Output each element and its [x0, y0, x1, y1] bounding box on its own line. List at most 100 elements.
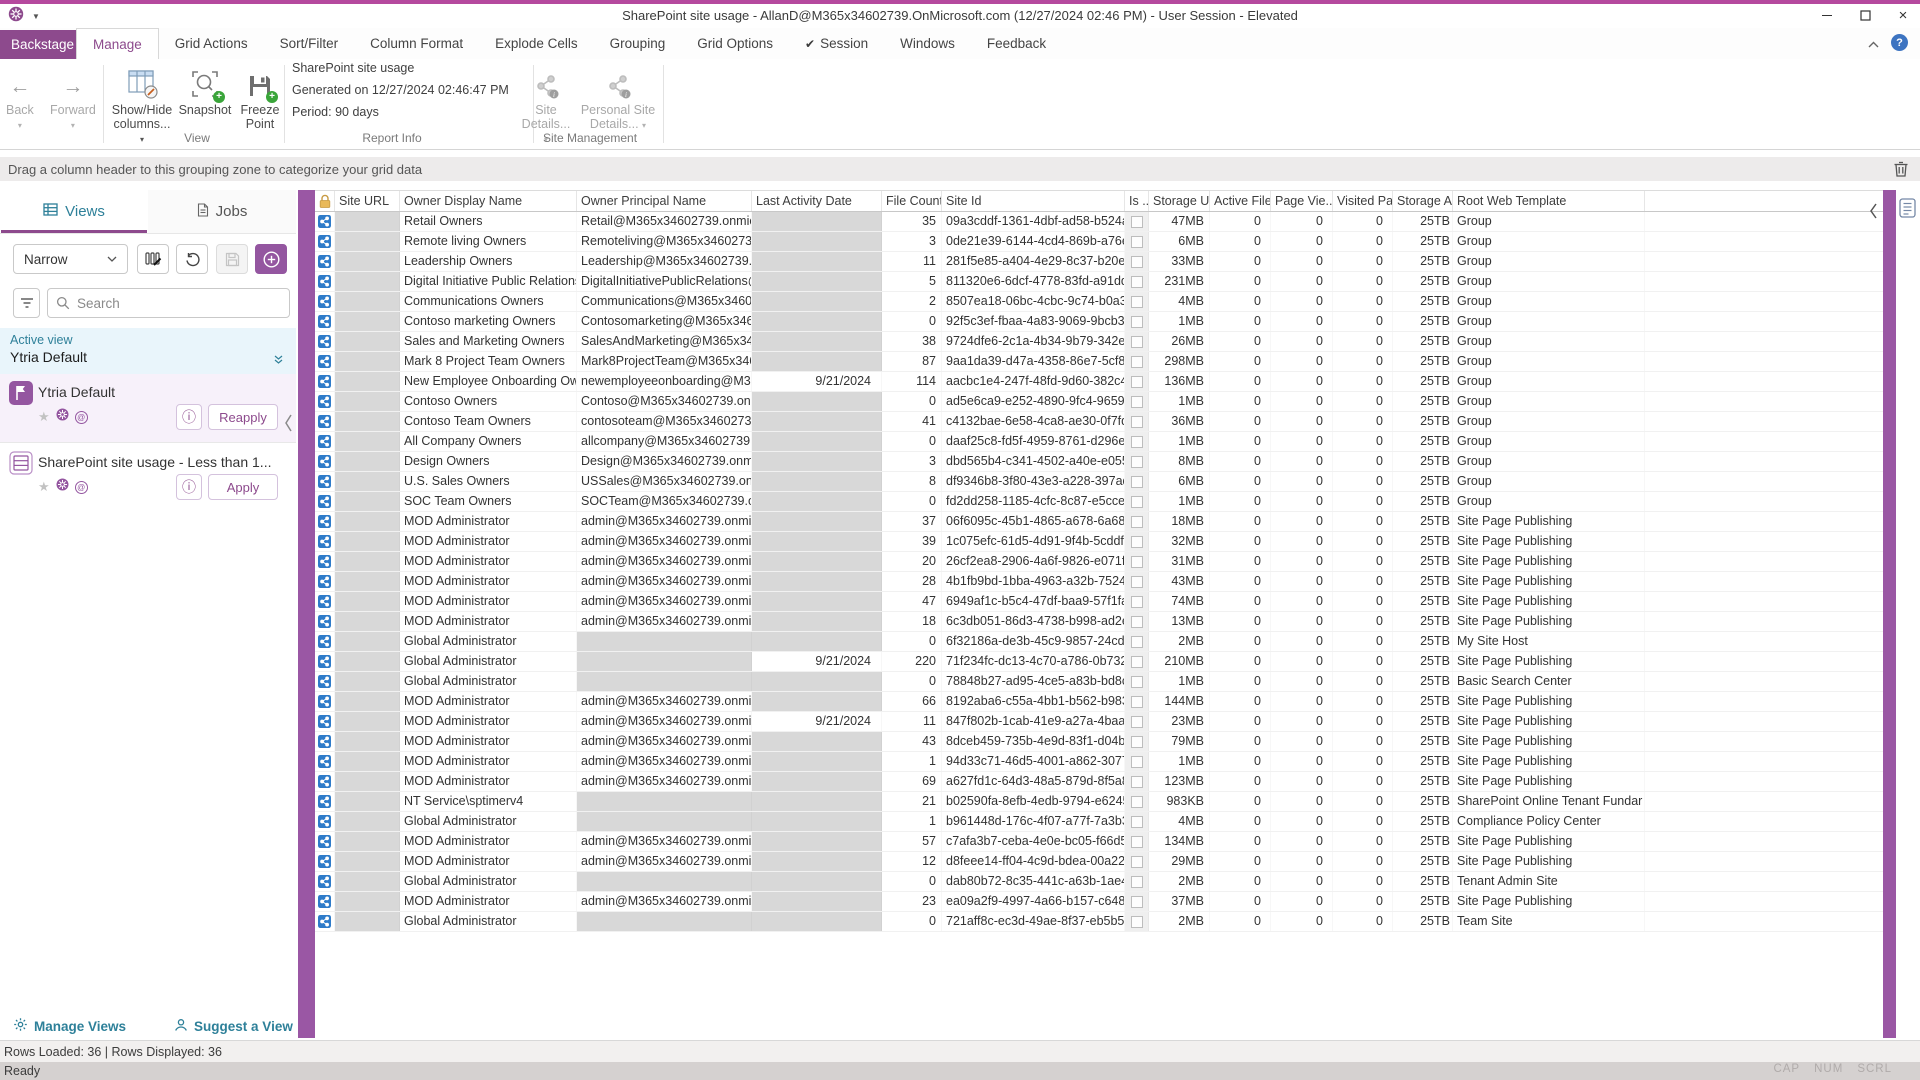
- cell-storage[interactable]: 33MB: [1149, 252, 1210, 271]
- cell-storage[interactable]: 31MB: [1149, 552, 1210, 571]
- column-header-activity[interactable]: Last Activity Date: [752, 191, 882, 211]
- table-row[interactable]: MOD Administratoradmin@M365x34602739.onm…: [315, 692, 1883, 712]
- cell-is[interactable]: [1125, 852, 1149, 871]
- cell-activity[interactable]: [752, 772, 882, 791]
- cell-files[interactable]: 8: [882, 472, 942, 491]
- cell-views[interactable]: 0: [1271, 872, 1333, 891]
- cell-alloc[interactable]: 25TB: [1393, 832, 1453, 851]
- cell-activity[interactable]: [752, 312, 882, 331]
- cell-principal[interactable]: contosoteam@M365x34602739.c: [577, 412, 752, 431]
- cell-active[interactable]: 0: [1210, 372, 1271, 391]
- cell-site_id[interactable]: 8507ea18-06bc-4cbc-9c74-b0a31: [942, 292, 1125, 311]
- cell-storage[interactable]: 13MB: [1149, 612, 1210, 631]
- cell-active[interactable]: 0: [1210, 872, 1271, 891]
- view-list-item-ytria-default[interactable]: Ytria Default ★ @ ⓘ Reapply: [0, 374, 296, 442]
- cell-template[interactable]: Site Page Publishing: [1453, 572, 1645, 591]
- cell-display[interactable]: Global Administrator: [400, 912, 577, 931]
- cell-active[interactable]: 0: [1210, 852, 1271, 871]
- cell-alloc[interactable]: 25TB: [1393, 652, 1453, 671]
- cell-site_id[interactable]: 847f802b-1cab-41e9-a27a-4baa3: [942, 712, 1125, 731]
- cell-site_id[interactable]: 06f6095c-45b1-4865-a678-6a68e: [942, 512, 1125, 531]
- cell-storage[interactable]: 43MB: [1149, 572, 1210, 591]
- tab-backstage[interactable]: Backstage: [0, 30, 85, 59]
- cell-site_id[interactable]: b961448d-176c-4f07-a77f-7a3b3: [942, 812, 1125, 831]
- tab-grid-actions[interactable]: Grid Actions: [159, 28, 264, 59]
- trash-icon[interactable]: [1892, 159, 1910, 181]
- column-header-files[interactable]: File Count: [882, 191, 942, 211]
- cell-template[interactable]: Site Page Publishing: [1453, 732, 1645, 751]
- cell-activity[interactable]: [752, 432, 882, 451]
- table-row[interactable]: Mark 8 Project Team OwnersMark8ProjectTe…: [315, 352, 1883, 372]
- cell-alloc[interactable]: 25TB: [1393, 412, 1453, 431]
- cell-principal[interactable]: Retail@M365x34602739.onmicro: [577, 212, 752, 231]
- checkbox[interactable]: [1131, 916, 1143, 928]
- cell-site_id[interactable]: 94d33c71-46d5-4001-a862-3077: [942, 752, 1125, 771]
- cell-template[interactable]: Site Page Publishing: [1453, 592, 1645, 611]
- cell-is[interactable]: [1125, 632, 1149, 651]
- cell-display[interactable]: MOD Administrator: [400, 832, 577, 851]
- cell-principal[interactable]: admin@M365x34602739.onmicro: [577, 612, 752, 631]
- snapshot-button[interactable]: + Snapshot: [176, 63, 234, 117]
- cell-active[interactable]: 0: [1210, 792, 1271, 811]
- cell-activity[interactable]: [752, 672, 882, 691]
- cell-files[interactable]: 0: [882, 392, 942, 411]
- cell-files[interactable]: 1: [882, 812, 942, 831]
- cell-is[interactable]: [1125, 912, 1149, 931]
- cell-site_id[interactable]: 09a3cddf-1361-4dbf-ad58-b524a: [942, 212, 1125, 231]
- cell-site_id[interactable]: 281f5e85-a404-4e29-8c37-b20ec: [942, 252, 1125, 271]
- cell-site_url[interactable]: [335, 312, 400, 331]
- cell-activity[interactable]: [752, 532, 882, 551]
- cell-visited[interactable]: 0: [1333, 692, 1393, 711]
- cell-site_url[interactable]: [335, 672, 400, 691]
- cell-visited[interactable]: 0: [1333, 372, 1393, 391]
- cell-files[interactable]: 220: [882, 652, 942, 671]
- cell-display[interactable]: MOD Administrator: [400, 512, 577, 531]
- cell-site_url[interactable]: [335, 452, 400, 471]
- cell-views[interactable]: 0: [1271, 852, 1333, 871]
- cell-storage[interactable]: 4MB: [1149, 812, 1210, 831]
- checkbox[interactable]: [1131, 716, 1143, 728]
- cell-site_url[interactable]: [335, 352, 400, 371]
- tab-windows[interactable]: Windows: [884, 28, 971, 59]
- cell-is[interactable]: [1125, 692, 1149, 711]
- column-header-storage[interactable]: Storage U...: [1149, 191, 1210, 211]
- collapse-active-view-icon[interactable]: [273, 352, 284, 370]
- cell-principal[interactable]: admin@M365x34602739.onmicro: [577, 732, 752, 751]
- cell-views[interactable]: 0: [1271, 832, 1333, 851]
- checkbox[interactable]: [1131, 856, 1143, 868]
- cell-site_id[interactable]: a627fd1c-64d3-48a5-879d-8f5a8: [942, 772, 1125, 791]
- cell-site_url[interactable]: [335, 812, 400, 831]
- cell-principal[interactable]: admin@M365x34602739.onmicro: [577, 752, 752, 771]
- table-row[interactable]: MOD Administratoradmin@M365x34602739.onm…: [315, 572, 1883, 592]
- cell-template[interactable]: Site Page Publishing: [1453, 892, 1645, 911]
- cell-principal[interactable]: USSales@M365x34602739.onmic: [577, 472, 752, 491]
- cell-visited[interactable]: 0: [1333, 892, 1393, 911]
- cell-files[interactable]: 0: [882, 492, 942, 511]
- cell-views[interactable]: 0: [1271, 232, 1333, 251]
- checkbox[interactable]: [1131, 756, 1143, 768]
- add-view-button[interactable]: [255, 244, 287, 274]
- cell-storage[interactable]: 1MB: [1149, 432, 1210, 451]
- cell-principal[interactable]: admin@M365x34602739.onmicro: [577, 852, 752, 871]
- cell-alloc[interactable]: 25TB: [1393, 712, 1453, 731]
- cell-site_url[interactable]: [335, 732, 400, 751]
- search-input[interactable]: [77, 296, 281, 311]
- column-header-alloc[interactable]: Storage A...: [1393, 191, 1453, 211]
- cell-site_url[interactable]: [335, 552, 400, 571]
- checkbox[interactable]: [1131, 556, 1143, 568]
- cell-display[interactable]: Global Administrator: [400, 812, 577, 831]
- cell-site_id[interactable]: daaf25c8-fd5f-4959-8761-d296e0: [942, 432, 1125, 451]
- collapse-ribbon-icon[interactable]: [1867, 36, 1880, 54]
- cell-active[interactable]: 0: [1210, 812, 1271, 831]
- cell-display[interactable]: Communications Owners: [400, 292, 577, 311]
- cell-activity[interactable]: [752, 552, 882, 571]
- cell-visited[interactable]: 0: [1333, 832, 1393, 851]
- cell-principal[interactable]: admin@M365x34602739.onmicro: [577, 532, 752, 551]
- cell-activity[interactable]: [752, 592, 882, 611]
- cell-active[interactable]: 0: [1210, 292, 1271, 311]
- cell-display[interactable]: All Company Owners: [400, 432, 577, 451]
- cell-template[interactable]: Group: [1453, 292, 1645, 311]
- cell-display[interactable]: Mark 8 Project Team Owners: [400, 352, 577, 371]
- cell-views[interactable]: 0: [1271, 392, 1333, 411]
- cell-views[interactable]: 0: [1271, 452, 1333, 471]
